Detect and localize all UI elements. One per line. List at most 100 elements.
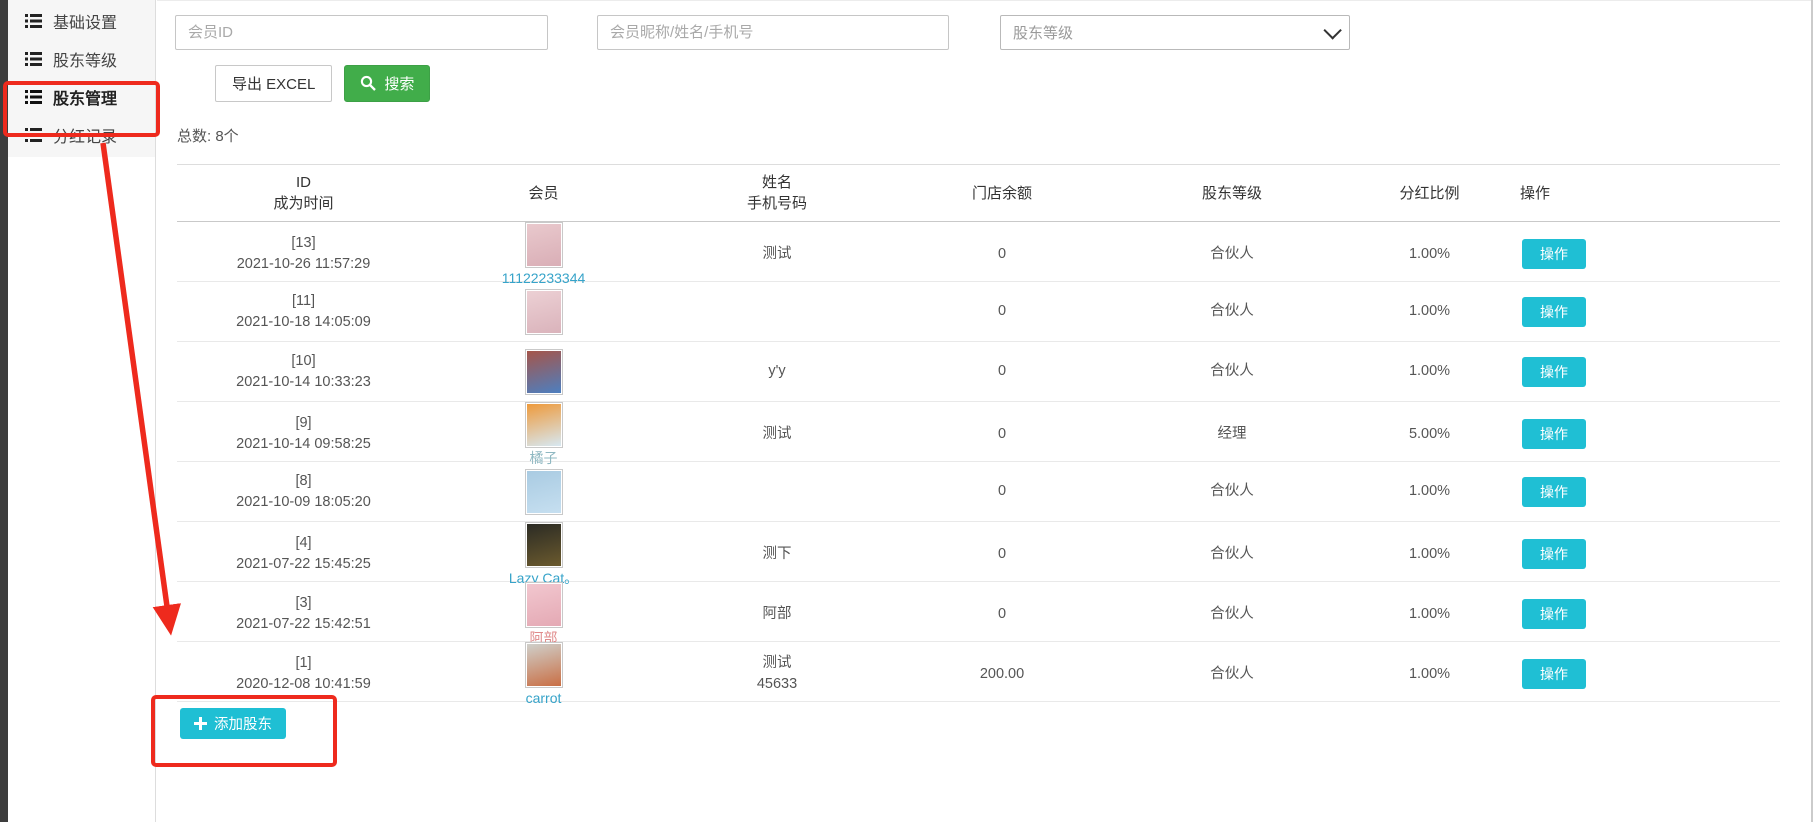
column-header-id: ID成为时间 <box>177 172 430 214</box>
store-balance-cell: 200.00 <box>897 664 1107 685</box>
row-action-button[interactable]: 操作 <box>1522 297 1586 327</box>
column-header-member: 会员 <box>430 183 657 204</box>
shareholder-level-select[interactable]: 股东等级 <box>1000 15 1350 50</box>
table-row: [3] 2021-07-22 15:42:51 阿部 阿部 0 合伙人 1.00… <box>177 582 1780 642</box>
shareholder-level-cell: 合伙人 <box>1107 604 1357 625</box>
shareholder-level-cell: 合伙人 <box>1107 481 1357 502</box>
avatar <box>525 642 563 688</box>
export-excel-button[interactable]: 导出 EXCEL <box>215 65 332 102</box>
avatar <box>525 522 563 568</box>
avatar-image <box>527 291 561 333</box>
dividend-ratio-cell: 1.00% <box>1357 301 1502 322</box>
member-cell: Lazy Cat。 <box>430 522 657 586</box>
search-button[interactable]: 搜索 <box>344 65 430 102</box>
avatar-image <box>527 584 561 626</box>
row-id: [1] <box>177 653 430 674</box>
avatar <box>525 402 563 448</box>
avatar-image <box>527 224 561 266</box>
name-phone-cell: 测试 45633 <box>657 653 897 695</box>
row-id: [8] <box>177 471 430 492</box>
id-time-cell: [8] 2021-10-09 18:05:20 <box>177 471 430 513</box>
list-icon <box>25 52 42 66</box>
member-keyword-input[interactable] <box>597 15 949 50</box>
row-action-button[interactable]: 操作 <box>1522 477 1586 507</box>
sidebar-item-label: 股东管理 <box>53 85 117 109</box>
page-right-edge <box>1811 0 1813 822</box>
avatar-image <box>527 404 561 446</box>
name-phone-cell: 测下 <box>657 544 897 565</box>
sidebar-menu: 基础设置 股东等级 股东管理 分红记录 <box>8 0 155 157</box>
chevron-down-icon <box>1323 21 1341 39</box>
shareholder-level-cell: 合伙人 <box>1107 244 1357 265</box>
row-action-button[interactable]: 操作 <box>1522 539 1586 569</box>
row-action-button[interactable]: 操作 <box>1522 357 1586 387</box>
row-become-time: 2021-07-22 15:42:51 <box>177 614 430 635</box>
action-cell: 操作 <box>1502 297 1780 327</box>
row-id: [13] <box>177 233 430 254</box>
sidebar-item-dividend-records[interactable]: 分红记录 <box>8 116 155 154</box>
avatar-image <box>527 644 561 686</box>
table-row: [10] 2021-10-14 10:33:23 y'y 0 合伙人 1.00%… <box>177 342 1780 402</box>
row-action-button[interactable]: 操作 <box>1522 659 1586 689</box>
sidebar-item-shareholder-level[interactable]: 股东等级 <box>8 40 155 78</box>
list-icon <box>25 90 42 104</box>
action-cell: 操作 <box>1502 419 1780 449</box>
shareholder-level-cell: 经理 <box>1107 424 1357 445</box>
name-phone-cell: 阿部 <box>657 604 897 625</box>
row-id: [11] <box>177 291 430 312</box>
row-id: [9] <box>177 413 430 434</box>
dividend-ratio-cell: 1.00% <box>1357 664 1502 685</box>
sidebar-item-basic-settings[interactable]: 基础设置 <box>8 2 155 40</box>
row-name: 阿部 <box>657 604 897 625</box>
avatar-image <box>527 524 561 566</box>
row-become-time: 2021-10-14 10:33:23 <box>177 372 430 393</box>
store-balance-cell: 0 <box>897 244 1107 265</box>
store-balance-cell: 0 <box>897 361 1107 382</box>
member-cell: carrot <box>430 642 657 706</box>
row-name: y'y <box>657 361 897 382</box>
sidebar-item-shareholder-management[interactable]: 股东管理 <box>8 78 155 116</box>
column-header-ratio: 分红比例 <box>1357 183 1502 204</box>
member-nickname-link[interactable]: 橘子 <box>530 450 558 466</box>
add-shareholder-button[interactable]: 添加股东 <box>180 708 286 739</box>
name-phone-cell: 测试 <box>657 244 897 265</box>
table-row: [9] 2021-10-14 09:58:25 橘子 测试 0 经理 5.00%… <box>177 402 1780 462</box>
store-balance-cell: 0 <box>897 544 1107 565</box>
member-nickname-link[interactable]: 11122233344 <box>502 270 586 286</box>
window-left-edge <box>0 0 8 822</box>
shareholder-level-cell: 合伙人 <box>1107 544 1357 565</box>
plus-icon <box>194 717 207 730</box>
shareholder-table: ID成为时间 会员 姓名手机号码 门店余额 股东等级 分红比例 操作 [13] … <box>177 164 1780 702</box>
avatar <box>525 349 563 395</box>
avatar <box>525 582 563 628</box>
row-action-button[interactable]: 操作 <box>1522 599 1586 629</box>
search-button-label: 搜索 <box>384 73 414 94</box>
action-cell: 操作 <box>1502 659 1780 689</box>
member-nickname-link[interactable]: carrot <box>526 690 562 706</box>
row-become-time: 2021-10-18 14:05:09 <box>177 312 430 333</box>
avatar <box>525 469 563 515</box>
member-cell: 阿部 <box>430 582 657 646</box>
table-row: [11] 2021-10-18 14:05:09 0 合伙人 1.00% 操作 <box>177 282 1780 342</box>
actions-row: 导出 EXCEL 搜索 <box>215 65 430 102</box>
dividend-ratio-cell: 1.00% <box>1357 604 1502 625</box>
row-action-button[interactable]: 操作 <box>1522 419 1586 449</box>
dividend-ratio-cell: 1.00% <box>1357 244 1502 265</box>
row-id: [3] <box>177 593 430 614</box>
row-name: 测试 <box>657 653 897 674</box>
shareholder-level-cell: 合伙人 <box>1107 361 1357 382</box>
avatar <box>525 289 563 335</box>
member-cell: 橘子 <box>430 402 657 466</box>
id-time-cell: [10] 2021-10-14 10:33:23 <box>177 351 430 393</box>
avatar <box>525 222 563 268</box>
sidebar-item-label: 股东等级 <box>53 47 117 71</box>
total-count: 总数: 8个 <box>177 125 239 146</box>
row-become-time: 2021-10-26 11:57:29 <box>177 254 430 275</box>
store-balance-cell: 0 <box>897 424 1107 445</box>
row-name: 测试 <box>657 424 897 445</box>
member-id-input[interactable] <box>175 15 548 50</box>
row-action-button[interactable]: 操作 <box>1522 239 1586 269</box>
shareholder-level-cell: 合伙人 <box>1107 664 1357 685</box>
table-header-row: ID成为时间 会员 姓名手机号码 门店余额 股东等级 分红比例 操作 <box>177 165 1780 222</box>
row-name: 测下 <box>657 544 897 565</box>
